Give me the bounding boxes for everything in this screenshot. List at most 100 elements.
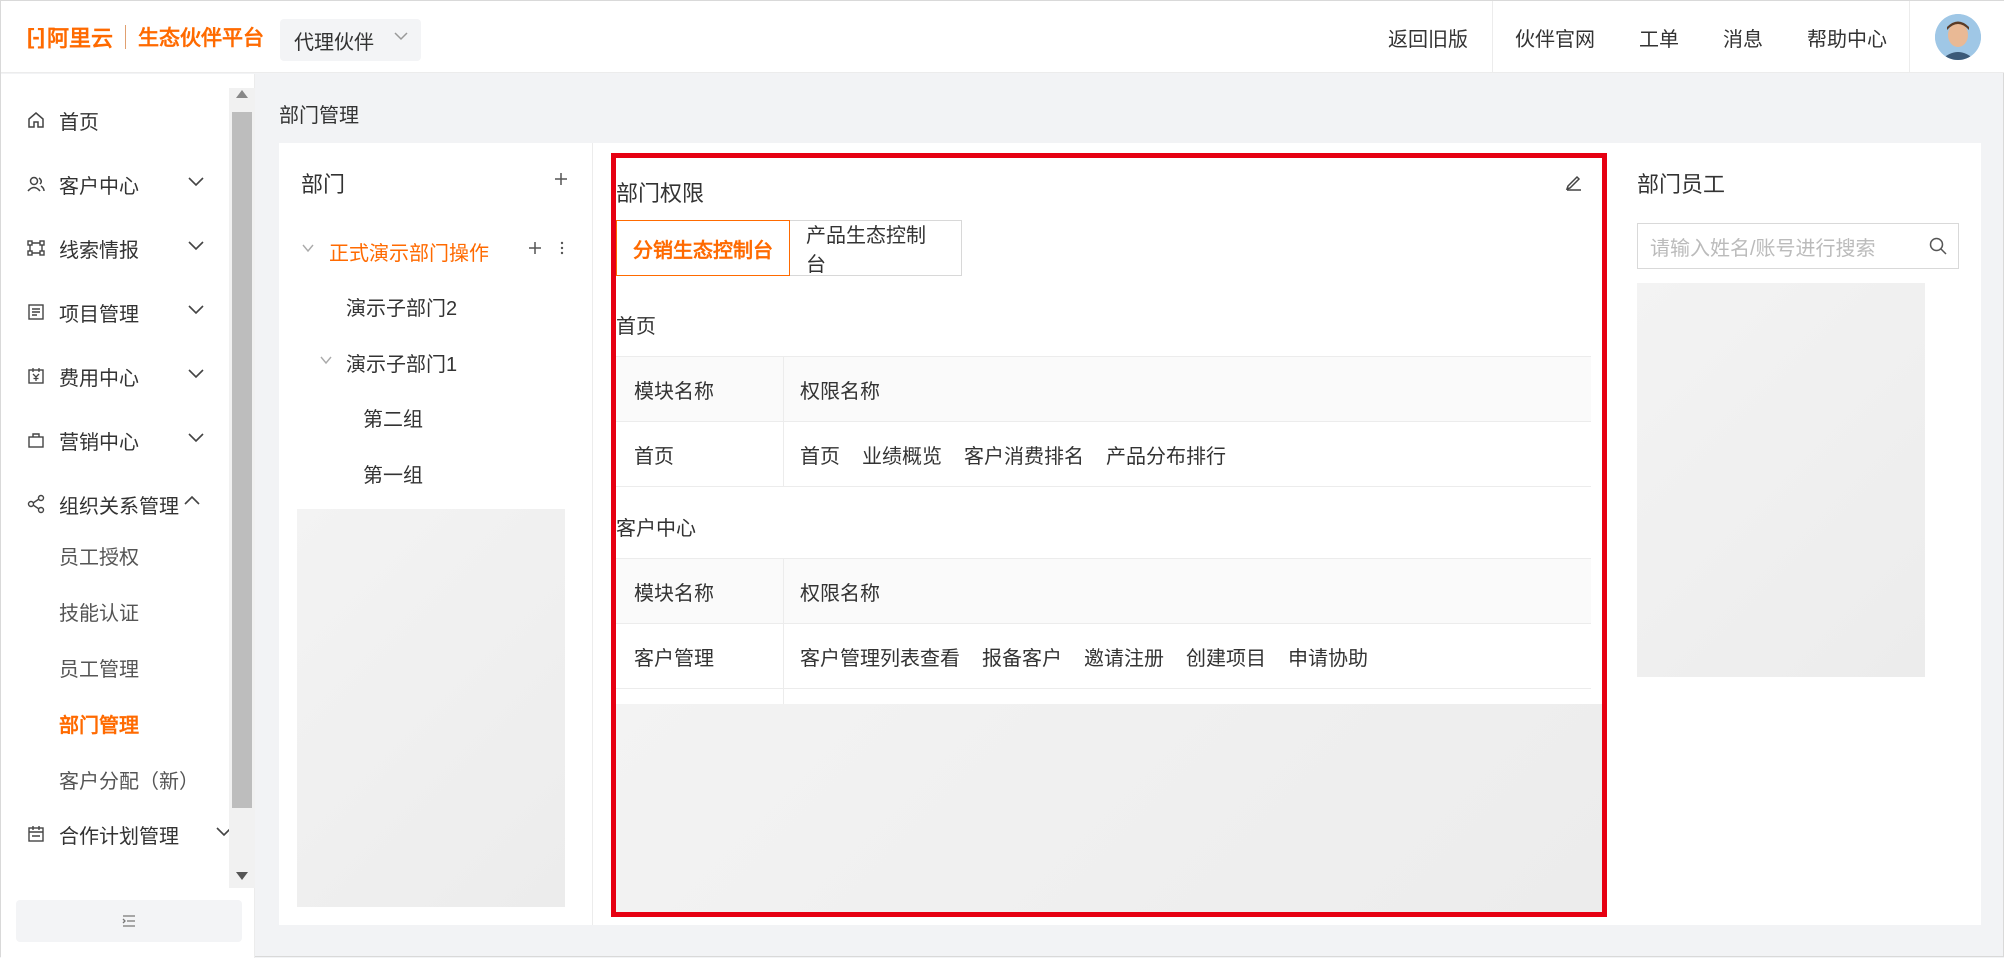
perm-panel-title: 部门权限 [616, 181, 705, 206]
staff-panel-title: 部门员工 [1637, 172, 1726, 197]
column-header-permission: 权限名称 [800, 380, 880, 403]
redacted-content-block [1637, 283, 1925, 677]
tree-node[interactable]: 演示子部门2 [346, 291, 457, 321]
permission-tag: 产品分布排行 [1106, 445, 1226, 468]
sidebar-subitem-dept-management[interactable]: 部门管理 [59, 703, 139, 743]
sidebar-item-marketing[interactable]: 营销中心 [1, 416, 229, 464]
chevron-down-icon [393, 28, 409, 49]
module-cell: 客户管理 [616, 624, 784, 688]
permission-tag: 创建项目 [1186, 647, 1266, 670]
bag-icon [25, 430, 47, 450]
sidebar-item-leads[interactable]: 线索情报 [1, 224, 229, 272]
permission-tag: 业绩概览 [862, 445, 942, 468]
sidebar-scrollbar[interactable] [229, 88, 255, 888]
menu-fold-icon [122, 915, 135, 927]
chevron-down-icon[interactable] [301, 241, 315, 258]
search-icon[interactable] [1928, 236, 1948, 262]
nav-tickets[interactable]: 工单 [1617, 1, 1701, 73]
sidebar-item-customer-center[interactable]: 客户中心 [1, 160, 229, 208]
add-dept-button[interactable] [553, 167, 569, 193]
permission-tag: 首页 [800, 445, 840, 468]
plus-icon [529, 242, 541, 254]
sidebar-item-label: 首页 [59, 111, 99, 134]
home-icon [25, 110, 47, 130]
share-icon [25, 494, 47, 514]
staff-search-input[interactable]: 请输入姓名/账号进行搜索 [1637, 223, 1959, 269]
sidebar-item-org-relations[interactable]: 组织关系管理 [1, 480, 229, 528]
column-header-module: 模块名称 [616, 559, 784, 623]
sidebar-subitem-customer-allocation[interactable]: 客户分配（新） [59, 759, 199, 799]
nav-messages[interactable]: 消息 [1701, 1, 1785, 73]
dept-permissions-panel: 部门权限 分销生态控制台 产品生态控制台 首页 模块名称 权限名称 首页 首页 [611, 153, 1607, 917]
console-tabs: 分销生态控制台 产品生态控制台 [616, 220, 962, 276]
sidebar-item-label: 组织关系管理 [59, 495, 179, 518]
sidebar: 首页 客户中心 线索情报 项目管理 费用中心 营销中心 组织关系管理 员工授权 … [1, 74, 255, 958]
module-cell: 首页 [616, 422, 784, 486]
tree-node-actions [527, 239, 565, 262]
column-header-permission: 权限名称 [800, 582, 880, 605]
sidebar-subitem-staff-management[interactable]: 员工管理 [59, 647, 139, 687]
logo-divider [125, 25, 126, 49]
nodes-icon [25, 238, 47, 258]
perm-table-home: 模块名称 权限名称 首页 首页 业绩概览 客户消费排名 产品分布排行 [616, 356, 1591, 487]
top-bar: [-] 阿里云 生态伙伴平台 代理伙伴 返回旧版 伙伴官网 工单 消息 帮助中心 [1, 1, 2004, 73]
permission-tag: 客户管理列表查看 [800, 647, 960, 670]
partner-type-value: 代理伙伴 [294, 31, 374, 54]
column-header-module: 模块名称 [616, 357, 784, 421]
chevron-down-icon [187, 172, 205, 195]
plus-icon [555, 173, 567, 185]
tree-node[interactable]: 第二组 [363, 402, 423, 432]
sidebar-item-label: 费用中心 [59, 367, 139, 390]
sidebar-item-partnership-plans[interactable]: 合作计划管理 [1, 810, 232, 858]
sidebar-item-projects[interactable]: 项目管理 [1, 288, 229, 336]
sidebar-item-label: 线索情报 [59, 239, 139, 262]
permissions-cell: 客户管理列表查看 报备客户 邀请注册 创建项目 申请协助 [784, 624, 1591, 688]
nav-partner-site[interactable]: 伙伴官网 [1493, 1, 1617, 73]
brand-name: 阿里云 [46, 26, 113, 51]
scrollbar-thumb[interactable] [232, 112, 252, 808]
table-header-row: 模块名称 权限名称 [616, 559, 1591, 624]
chevron-down-icon[interactable] [319, 353, 333, 370]
redacted-content-block [616, 704, 1602, 912]
top-nav: 返回旧版 伙伴官网 工单 消息 帮助中心 [1366, 1, 2004, 73]
sidebar-item-label: 合作计划管理 [59, 825, 179, 848]
main-content: 部门 正式演示部门操作 演示子部门2 演示子部门1 第二组 第一组 部门权限 分… [279, 143, 1981, 925]
chevron-down-icon [187, 428, 205, 451]
avatar[interactable] [1934, 14, 1981, 60]
sidebar-item-label: 项目管理 [59, 303, 139, 326]
tree-node-root[interactable]: 正式演示部门操作 [329, 236, 489, 266]
nav-help-center[interactable]: 帮助中心 [1785, 1, 1909, 73]
tree-node[interactable]: 演示子部门1 [346, 347, 457, 377]
dept-staff-panel: 部门员工 请输入姓名/账号进行搜索 [1615, 143, 1981, 925]
scroll-up-arrow-icon[interactable] [236, 90, 248, 98]
permission-tag: 报备客户 [982, 647, 1062, 670]
chevron-down-icon [187, 364, 205, 387]
sidebar-item-home[interactable]: 首页 [1, 96, 229, 144]
edit-permissions-button[interactable] [1564, 172, 1584, 197]
tab-distribution-console[interactable]: 分销生态控制台 [616, 220, 790, 276]
calendar-icon [25, 824, 47, 844]
scroll-down-arrow-icon[interactable] [236, 872, 248, 880]
permission-tag: 客户消费排名 [964, 445, 1084, 468]
partner-type-select[interactable]: 代理伙伴 [280, 19, 421, 61]
sidebar-subitem-skill-cert[interactable]: 技能认证 [59, 591, 139, 631]
collapse-sidebar-button[interactable] [16, 900, 242, 942]
nav-back-old-version[interactable]: 返回旧版 [1366, 1, 1493, 73]
chevron-down-icon [187, 236, 205, 259]
user-menu[interactable] [1909, 1, 2004, 73]
dept-tree-panel: 部门 正式演示部门操作 演示子部门2 演示子部门1 第二组 第一组 [279, 143, 593, 925]
sidebar-subitem-staff-auth[interactable]: 员工授权 [59, 535, 139, 575]
sidebar-item-billing[interactable]: 费用中心 [1, 352, 229, 400]
tree-node[interactable]: 第一组 [363, 458, 423, 488]
aliyun-logo-icon: [-] [27, 24, 45, 49]
more-actions-button[interactable] [559, 239, 565, 262]
dept-panel-title: 部门 [301, 172, 346, 197]
permission-tag: 邀请注册 [1084, 647, 1164, 670]
brand-logo[interactable]: [-] 阿里云 生态伙伴平台 [27, 23, 264, 51]
tab-product-console[interactable]: 产品生态控制台 [790, 220, 962, 276]
permission-tag: 申请协助 [1288, 647, 1368, 670]
breadcrumb: 部门管理 [279, 105, 359, 127]
add-subdept-button[interactable] [527, 239, 543, 262]
brand-subtitle: 生态伙伴平台 [138, 27, 264, 50]
section-title: 客户中心 [616, 518, 696, 540]
